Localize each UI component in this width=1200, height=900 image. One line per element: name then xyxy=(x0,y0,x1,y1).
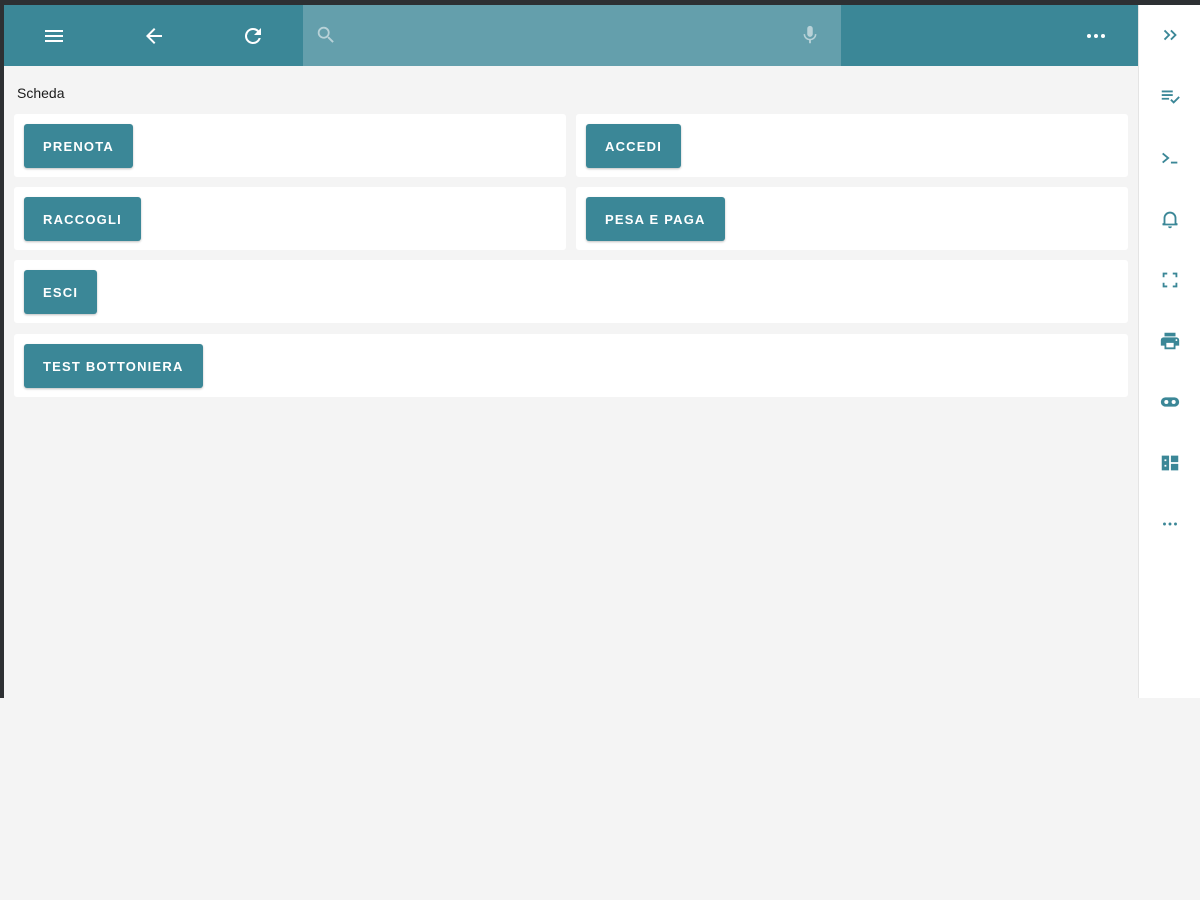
terminal-button[interactable] xyxy=(1139,136,1200,180)
card-test-bottoniera: TEST BOTTONIERA xyxy=(14,334,1128,397)
search-bar[interactable] xyxy=(303,5,841,66)
refresh-button[interactable] xyxy=(203,5,303,66)
checklist-icon xyxy=(1161,90,1180,104)
microphone-icon[interactable] xyxy=(799,23,821,47)
more-horizontal-icon xyxy=(1087,33,1105,38)
refresh-icon xyxy=(245,27,261,44)
expand-icon xyxy=(1163,29,1177,41)
esci-button[interactable]: ESCI xyxy=(24,270,98,314)
dashboard-button[interactable] xyxy=(1139,441,1200,485)
expand-sidebar-button[interactable] xyxy=(1139,13,1200,57)
card-pesa-e-paga: PESA E PAGA xyxy=(576,187,1128,250)
card-prenota: PRENOTA xyxy=(14,114,566,177)
gamepad-icon xyxy=(1160,397,1180,407)
dashboard-icon xyxy=(1161,455,1179,471)
section-title: Scheda xyxy=(17,85,65,101)
notifications-button[interactable] xyxy=(1139,197,1200,241)
app-window: Scheda PRENOTA ACCEDI RACCOGLI PESA E PA… xyxy=(0,0,1200,900)
card-raccogli: RACCOGLI xyxy=(14,187,566,250)
accedi-button[interactable]: ACCEDI xyxy=(586,124,682,168)
test-bottoniera-button[interactable]: TEST BOTTONIERA xyxy=(24,344,203,388)
search-icon xyxy=(317,26,334,43)
app-container: Scheda PRENOTA ACCEDI RACCOGLI PESA E PA… xyxy=(4,5,1200,698)
notification-bell-icon xyxy=(1162,211,1178,229)
print-button[interactable] xyxy=(1139,319,1200,363)
gamepad-button[interactable] xyxy=(1139,380,1200,424)
checklist-button[interactable] xyxy=(1139,74,1200,118)
pesa-e-paga-button[interactable]: PESA E PAGA xyxy=(586,197,725,241)
card-esci: ESCI xyxy=(14,260,1128,323)
menu-button[interactable] xyxy=(4,5,104,66)
terminal-icon xyxy=(1162,152,1178,164)
card-accedi: ACCEDI xyxy=(576,114,1128,177)
fullscreen-button[interactable] xyxy=(1139,258,1200,302)
more-options-button[interactable] xyxy=(1066,5,1126,66)
right-sidebar xyxy=(1138,5,1200,698)
arrow-back-icon xyxy=(146,27,162,44)
raccogli-button[interactable]: RACCOGLI xyxy=(24,197,141,241)
back-button[interactable] xyxy=(104,5,204,66)
menu-icon xyxy=(45,29,63,42)
print-icon xyxy=(1160,332,1180,350)
fullscreen-icon xyxy=(1162,272,1178,288)
empty-area xyxy=(0,698,1200,900)
search-input[interactable] xyxy=(347,17,787,53)
prenota-button[interactable]: PRENOTA xyxy=(24,124,133,168)
sidebar-more-button[interactable] xyxy=(1139,502,1200,546)
top-toolbar xyxy=(4,5,1138,66)
more-horizontal-icon xyxy=(1163,522,1177,526)
